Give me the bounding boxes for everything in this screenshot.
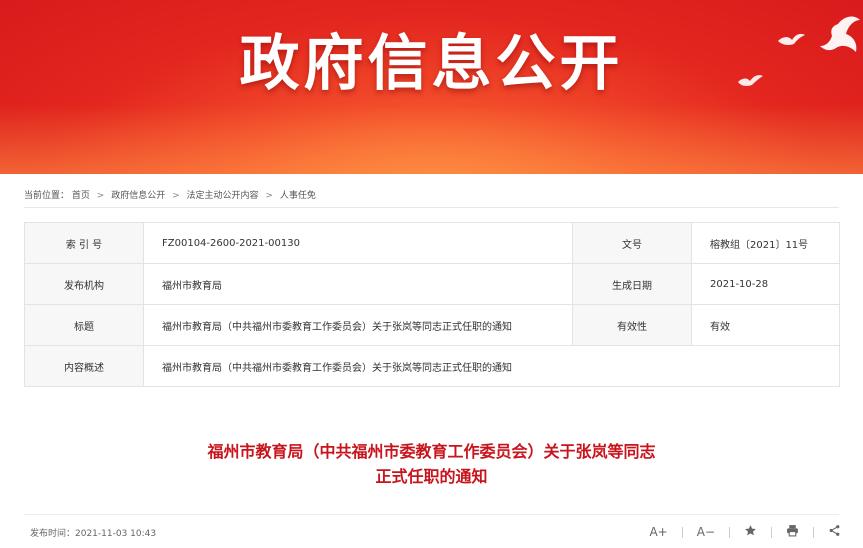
- header-banner: 政府信息公开: [0, 0, 863, 174]
- banner-glow: [0, 104, 863, 174]
- breadcrumb-separator: >: [265, 191, 273, 201]
- table-row: 索 引 号 FZ00104-2600-2021-00130 文号 榕教组〔202…: [24, 222, 840, 264]
- breadcrumb-item-gov-info[interactable]: 政府信息公开: [111, 188, 165, 201]
- summary-label: 内容概述: [24, 345, 144, 387]
- table-row: 标题 福州市教育局（中共福州市委教育工作委员会）关于张岚等同志正式任职的通知 有…: [24, 304, 840, 346]
- publish-time: 发布时间：2021-11-03 10:43: [30, 529, 157, 539]
- breadcrumb-item-home[interactable]: 首页: [72, 188, 90, 201]
- document-title-line2: 正式任职的通知: [375, 467, 488, 486]
- breadcrumb-separator: >: [96, 191, 105, 201]
- info-table: 索 引 号 FZ00104-2600-2021-00130 文号 榕教组〔202…: [24, 222, 840, 387]
- share-icon[interactable]: [828, 524, 841, 540]
- table-row: 内容概述 福州市教育局（中共福州市委教育工作委员会）关于张岚等同志正式任职的通知: [24, 345, 840, 387]
- toolbar-separator: [729, 526, 730, 538]
- publisher-value: 福州市教育局: [143, 263, 573, 305]
- divider: [24, 514, 839, 515]
- toolbar-separator: [813, 526, 814, 538]
- index-value: FZ00104-2600-2021-00130: [143, 222, 573, 264]
- breadcrumb-item-personnel[interactable]: 人事任免: [280, 188, 316, 201]
- dove-icon-tiny: [738, 75, 763, 86]
- date-value: 2021-10-28: [691, 263, 840, 305]
- publisher-label: 发布机构: [24, 263, 144, 305]
- table-row: 发布机构 福州市教育局 生成日期 2021-10-28: [24, 263, 840, 305]
- star-icon[interactable]: [744, 524, 757, 540]
- article-toolbar: A+ A−: [649, 524, 841, 540]
- breadcrumb-item-statutory[interactable]: 法定主动公开内容: [187, 188, 259, 201]
- validity-label: 有效性: [572, 304, 692, 346]
- toolbar-separator: [771, 526, 772, 538]
- summary-value: 福州市教育局（中共福州市委教育工作委员会）关于张岚等同志正式任职的通知: [143, 345, 840, 387]
- breadcrumb-separator: >: [172, 191, 180, 201]
- docno-label: 文号: [572, 222, 692, 264]
- print-icon[interactable]: [786, 524, 799, 540]
- font-increase-button[interactable]: A+: [649, 525, 667, 539]
- toolbar-separator: [681, 526, 683, 538]
- document-title-line1: 福州市教育局（中共福州市委教育工作委员会）关于张岚等同志: [207, 442, 656, 461]
- date-label: 生成日期: [572, 263, 692, 305]
- breadcrumb-prefix: 当前位置：: [24, 191, 70, 201]
- breadcrumb: 当前位置： 首页 > 政府信息公开 > 法定主动公开内容 > 人事任免: [24, 188, 316, 201]
- index-label: 索 引 号: [24, 222, 144, 264]
- divider: [24, 207, 839, 208]
- font-decrease-button[interactable]: A−: [697, 525, 715, 539]
- dove-icon-small: [778, 33, 805, 45]
- dove-icon: [820, 16, 860, 52]
- docno-value: 榕教组〔2021〕11号: [691, 222, 840, 264]
- title-label: 标题: [24, 304, 144, 346]
- banner-title: 政府信息公开: [239, 29, 624, 99]
- title-value: 福州市教育局（中共福州市委教育工作委员会）关于张岚等同志正式任职的通知: [143, 304, 573, 346]
- validity-value: 有效: [691, 304, 840, 346]
- document-title: 福州市教育局（中共福州市委教育工作委员会）关于张岚等同志 正式任职的通知: [0, 439, 863, 489]
